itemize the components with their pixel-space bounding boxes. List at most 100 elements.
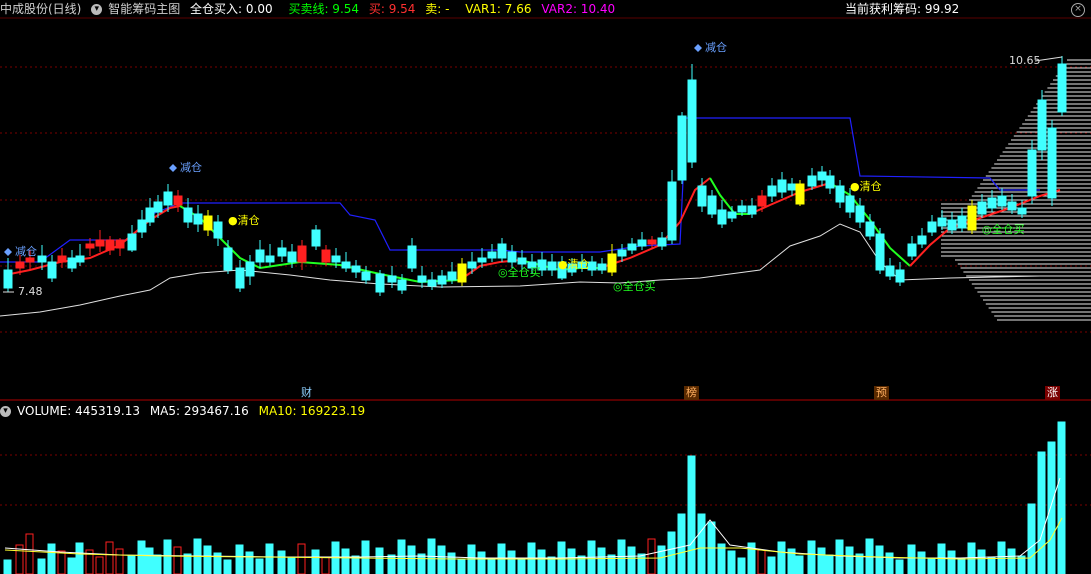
candle-body [115,239,125,249]
volume-bar [757,549,766,574]
candle-body [997,195,1007,207]
volume-bar [163,539,172,574]
candle-body [807,175,817,187]
candle-body [447,271,457,281]
candle-body [203,215,213,231]
volume-bar [637,553,646,574]
volume-bar [907,544,916,574]
candle-body [707,195,717,215]
candle-body [777,179,787,193]
price-grid [0,66,1091,506]
volume-bar [667,531,676,574]
candle-body [3,269,13,289]
volume-settings-icon[interactable]: ▾ [0,406,11,417]
candle-body [617,249,627,257]
volume-bar [777,541,786,574]
candle-body [845,195,855,213]
candle-body [1037,99,1047,151]
candle-body [977,201,987,215]
candle-body [817,171,827,181]
chart-canvas[interactable] [0,0,1091,574]
volume-bar [127,555,136,574]
volume-bar [341,548,350,574]
volume-bar [947,550,956,574]
event-tag-forecast[interactable]: 预 [874,386,889,400]
candle-body [351,265,361,273]
candle-body [875,233,885,271]
reduce-diamond-icon [694,44,702,52]
volume-bar [255,558,264,574]
volume-bar [927,558,936,574]
candle-body [437,275,447,285]
candle-body [1007,201,1017,211]
candle-body [497,243,507,259]
volume-bar [25,533,34,574]
full-buy-annotation-label: 全仓买 [622,280,656,293]
volume-bar [407,545,416,574]
volume-bar [105,541,114,574]
candle-body [287,251,297,263]
volume-bar [895,559,904,574]
volume-bar [1017,555,1026,574]
candle-body [487,251,497,259]
volume-bar [885,552,894,574]
volume-bar [957,557,966,574]
candle-body [331,255,341,263]
volume-bar [987,556,996,574]
volume-bar [477,551,486,574]
candle-body [85,243,95,249]
volume-bar [37,558,46,574]
candle-body [657,237,667,247]
full-buy-annotation-label: 全仓买 [991,223,1025,236]
candlesticks[interactable] [3,56,1067,296]
event-tag-ranking[interactable]: 榜 [684,386,699,400]
volume-value: VOLUME: 445319.13 [17,404,140,418]
candle-body [193,213,203,225]
volume-bar [657,545,666,574]
candle-body [517,257,527,265]
candle-body [245,261,255,277]
candle-body [127,233,137,251]
candle-body [265,255,275,263]
volume-bar [627,546,636,574]
candle-body [105,239,115,251]
volume-ma5-value: MA5: 293467.16 [149,404,249,418]
volume-bar [647,538,656,574]
event-tag-finance[interactable]: 财 [299,386,314,400]
volume-bar [1007,548,1016,574]
volume-bar [115,548,124,574]
volume-bars[interactable] [3,421,1066,574]
volume-bar [417,553,426,574]
volume-bar [817,547,826,574]
candle-body [637,239,647,247]
candle-body [311,229,321,247]
clear-annotation: ●清仓 [228,214,260,227]
volume-bar [235,544,244,574]
candle-body [607,253,617,273]
candle-body [145,207,155,223]
volume-bar [3,559,12,574]
candle-body [1027,149,1037,197]
candle-body [67,257,77,269]
volume-bar [297,543,306,574]
volume-bar [1047,441,1056,574]
candle-body [75,255,85,263]
candle-body [727,211,737,219]
candle-body [795,183,805,205]
candle-body [375,273,385,293]
volume-bar [203,545,212,574]
volume-bar [145,547,154,574]
event-tag-limit-up[interactable]: 涨 [1045,386,1060,400]
candle-body [1057,63,1067,113]
low-price-label: 7.48 [18,285,43,298]
full-buy-annotation: ◎全仓买 [613,280,656,293]
candle-body [907,243,917,257]
volume-bar [351,555,360,574]
volume-bar [825,554,834,574]
volume-bar [767,556,776,574]
volume-bar [1037,451,1046,574]
reduce-diamond-icon [169,164,177,172]
candle-body [697,185,707,207]
candle-body [787,183,797,191]
volume-bar [437,545,446,574]
